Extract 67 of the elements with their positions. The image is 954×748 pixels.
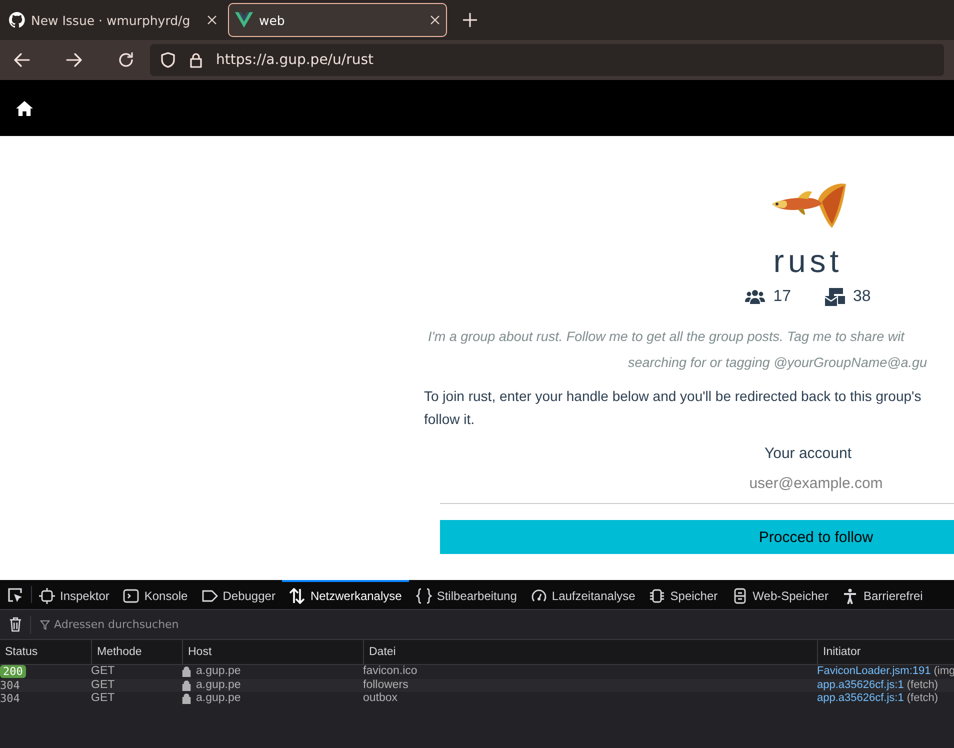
cabinet-icon xyxy=(732,588,748,604)
table-cell: GET xyxy=(91,679,182,692)
initiator-type: (fetch) xyxy=(906,692,938,704)
person-icon xyxy=(842,588,858,604)
initiator-link[interactable]: FaviconLoader.jsm:191 xyxy=(817,665,931,677)
follow-button[interactable]: Procced to follow xyxy=(440,520,954,554)
table-cell: a.gup.pe xyxy=(196,692,241,704)
browser-tab[interactable]: New Issue · wmurphyrd/g xyxy=(2,3,224,37)
lock-icon xyxy=(182,680,191,690)
tag-icon xyxy=(202,588,218,604)
devtools-tab[interactable]: Inspektor xyxy=(32,580,116,609)
mail-icon xyxy=(825,288,845,306)
table-cell: a.gup.pe xyxy=(196,679,241,691)
devtools-tab[interactable]: Speicher xyxy=(642,580,725,609)
users-icon xyxy=(745,289,766,306)
github-icon xyxy=(9,12,25,28)
home-icon[interactable] xyxy=(16,100,33,116)
forward-icon[interactable] xyxy=(66,52,82,68)
devtools-tab[interactable]: Laufzeitanalyse xyxy=(524,580,642,609)
trash-icon[interactable] xyxy=(9,617,22,632)
devtools-tab[interactable]: Konsole xyxy=(116,580,195,609)
close-icon[interactable] xyxy=(207,15,217,25)
column-header[interactable]: Methode xyxy=(91,640,182,665)
gauge-icon xyxy=(530,588,547,604)
lock-icon xyxy=(182,666,191,676)
chip-icon xyxy=(649,588,666,604)
console-icon xyxy=(123,588,140,604)
devtools-tab[interactable]: Stilbearbeitung xyxy=(408,580,524,609)
url-text[interactable]: https://a.gup.pe/u/rust xyxy=(216,52,374,68)
plus-icon[interactable] xyxy=(463,13,477,27)
status-code: 304 xyxy=(0,679,20,692)
up-down-arrows-icon xyxy=(289,588,306,604)
group-name: rust xyxy=(773,242,843,280)
devtools-tab[interactable]: Debugger xyxy=(194,580,282,609)
reload-icon[interactable] xyxy=(118,52,134,68)
back-icon[interactable] xyxy=(14,52,30,68)
shield-icon xyxy=(160,52,176,68)
inspector-icon xyxy=(39,588,55,604)
status-code: 304 xyxy=(0,692,20,705)
braces-icon xyxy=(416,588,432,604)
column-header[interactable]: Status xyxy=(0,640,91,665)
follower-count: 17 xyxy=(773,288,791,306)
v-logo-icon xyxy=(235,12,253,28)
table-cell: a.gup.pe xyxy=(196,665,241,677)
close-icon[interactable] xyxy=(430,15,440,25)
devtools-tab[interactable]: Barrierefrei xyxy=(835,580,930,609)
group-description: searching for or tagging @yourGroupName@a.gu xyxy=(627,354,928,372)
column-header[interactable]: Host xyxy=(182,640,363,665)
table-cell: followers xyxy=(363,679,817,692)
field-label: Your account xyxy=(764,445,852,462)
column-header[interactable]: Initiator xyxy=(817,640,954,665)
group-description: I'm a group about rust. Follow me to get all the group posts. Tag me to share wit xyxy=(427,328,904,346)
lock-icon xyxy=(182,692,191,704)
filter-field[interactable]: Adressen durchsuchen xyxy=(50,617,954,632)
join-instructions: To join rust, enter your handle below and you'll be redirected back to this group's follow it. xyxy=(424,387,922,430)
initiator-link[interactable]: app.a35626cf.js:1 xyxy=(817,679,904,691)
column-header[interactable]: Datei xyxy=(363,640,817,665)
lock-icon xyxy=(188,52,204,68)
filter-icon xyxy=(40,620,50,630)
initiator-link[interactable]: app.a35626cf.js:1 xyxy=(817,692,904,704)
initiator-type: (fetch) xyxy=(906,679,938,691)
element-picker-icon[interactable] xyxy=(7,586,23,602)
status-code: 200 xyxy=(0,665,26,678)
devtools-tab[interactable]: Netzwerkanalyse xyxy=(282,580,409,609)
browser-tab[interactable]: web xyxy=(228,3,447,37)
devtools-tab[interactable]: Web-Speicher xyxy=(724,580,836,609)
post-count: 38 xyxy=(853,288,871,306)
